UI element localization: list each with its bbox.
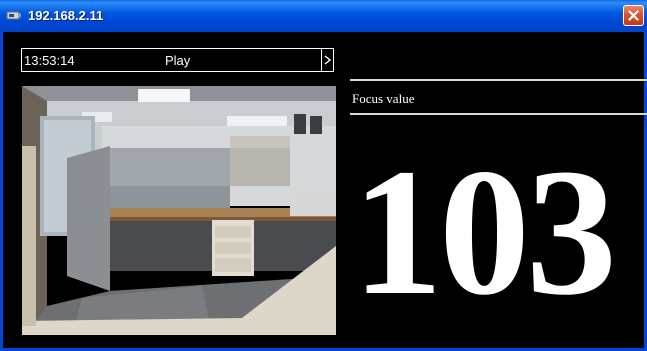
focus-label: Focus value — [352, 91, 415, 106]
video-feed[interactable] — [22, 86, 336, 335]
playback-bar: 13:53:14 Play — [21, 48, 334, 72]
playback-time: 13:53:14 — [24, 53, 75, 68]
playback-status: Play — [165, 53, 191, 68]
title-bar[interactable]: 192.168.2.11 — [0, 0, 647, 32]
close-icon — [628, 10, 639, 21]
camera-icon — [6, 11, 21, 20]
window-title: 192.168.2.11 — [28, 8, 104, 23]
close-button[interactable] — [623, 5, 644, 26]
office-scene-image — [22, 86, 336, 335]
focus-value: 103 — [352, 132, 617, 333]
next-button[interactable] — [321, 49, 334, 71]
divider-top — [350, 79, 647, 81]
app-window: 192.168.2.11 13:53:14 Play Focus value 1… — [0, 0, 647, 351]
divider-bottom — [350, 113, 647, 115]
chevron-right-icon — [324, 55, 332, 65]
